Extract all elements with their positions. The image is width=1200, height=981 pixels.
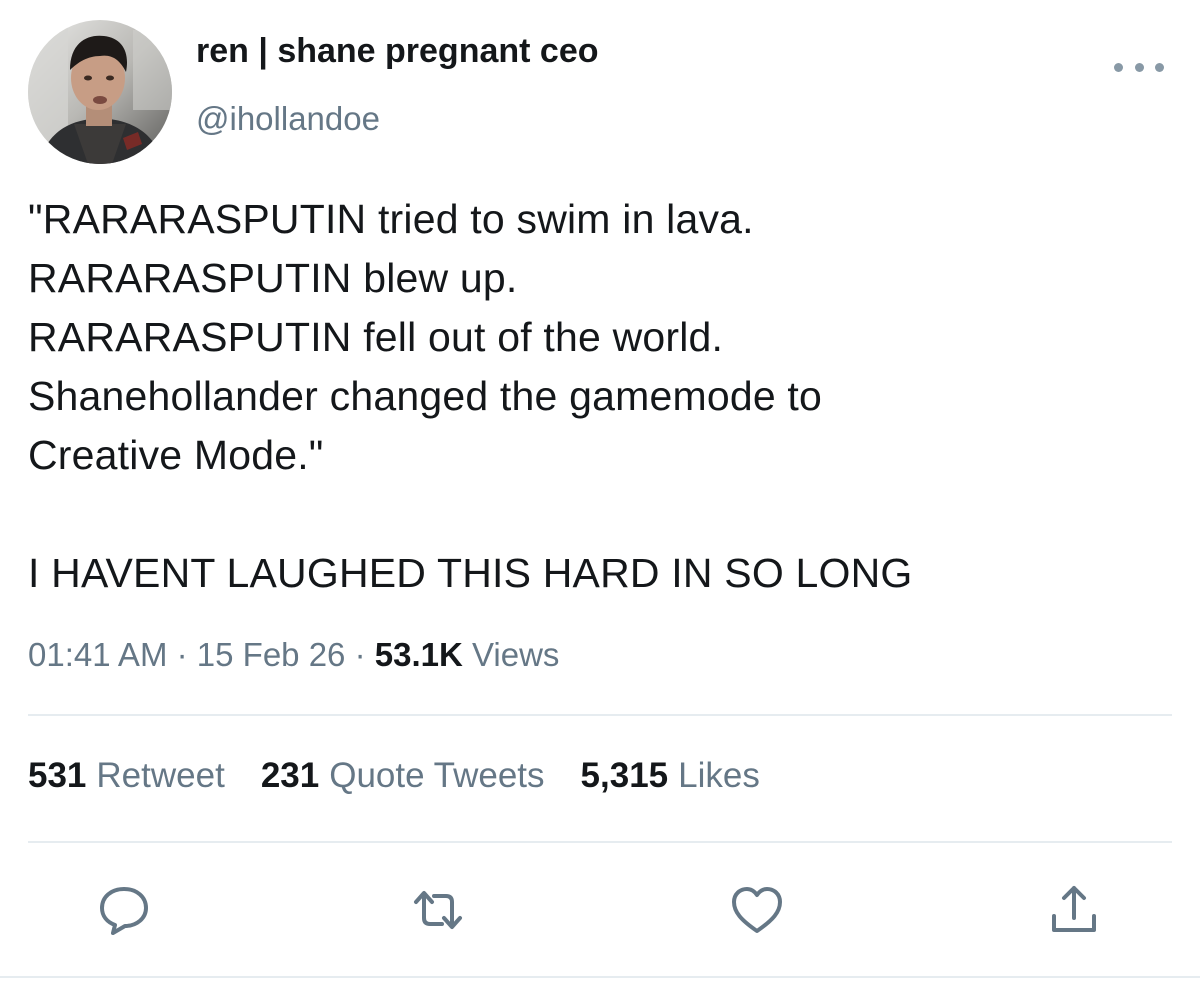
tweet-time[interactable]: 01:41 AM (28, 636, 167, 673)
retweets-label: Retweet (96, 756, 225, 795)
avatar[interactable] (28, 20, 172, 164)
more-dot (1155, 62, 1164, 72)
user-handle[interactable]: @ihollandoe (196, 100, 380, 138)
likes-count: 5,315 (580, 756, 669, 795)
reply-icon (100, 887, 148, 935)
divider (28, 841, 1172, 843)
avatar-image (28, 20, 172, 164)
engagement-stats: 531 Retweet 231 Quote Tweets 5,315 Likes (28, 756, 760, 796)
tweet-line: Shanehollander changed the gamemode to (28, 373, 823, 419)
tweet-line: I HAVENT LAUGHED THIS HARD IN SO LONG (28, 550, 913, 596)
retweet-button[interactable] (408, 880, 468, 940)
more-dot (1114, 62, 1123, 72)
quotes-count: 231 (260, 756, 320, 795)
tweet-card: ren | shane pregnant ceo @ihollandoe "RA… (0, 0, 1200, 981)
retweet-icon (414, 891, 462, 929)
tweet-line: Creative Mode." (28, 432, 324, 478)
like-button[interactable] (727, 880, 787, 940)
share-icon (1052, 886, 1096, 932)
likes-label: Likes (678, 756, 760, 795)
meta-separator: · (354, 636, 366, 673)
divider (28, 714, 1172, 716)
action-bar (0, 880, 1200, 940)
tweet-text: "RARARASPUTIN tried to swim in lava. RAR… (28, 190, 1168, 603)
more-dot (1134, 62, 1144, 72)
views-count: 53.1K (374, 636, 463, 673)
share-button[interactable] (1044, 880, 1104, 940)
tweet-date[interactable]: 15 Feb 26 (197, 636, 346, 673)
views-label: Views (471, 636, 560, 673)
quotes-stat[interactable]: 231 Quote Tweets (261, 756, 545, 796)
retweets-count: 531 (28, 756, 87, 795)
tweet-line: RARARASPUTIN fell out of the world. (28, 314, 724, 360)
tweet-line: "RARARASPUTIN tried to swim in lava. (28, 196, 754, 242)
tweet-meta: 01:41 AM · 15 Feb 26 · 53.1K Views (28, 636, 559, 674)
reply-button[interactable] (94, 880, 154, 940)
display-name[interactable]: ren | shane pregnant ceo (196, 32, 599, 71)
more-icon[interactable] (1114, 52, 1164, 82)
quotes-label: Quote Tweets (329, 756, 545, 795)
likes-stat[interactable]: 5,315 Likes (581, 756, 760, 796)
divider (0, 976, 1200, 978)
tweet-line: RARARASPUTIN blew up. (28, 255, 518, 301)
retweets-stat[interactable]: 531 Retweet (28, 756, 225, 796)
heart-icon (732, 887, 782, 933)
meta-separator: · (176, 636, 188, 673)
